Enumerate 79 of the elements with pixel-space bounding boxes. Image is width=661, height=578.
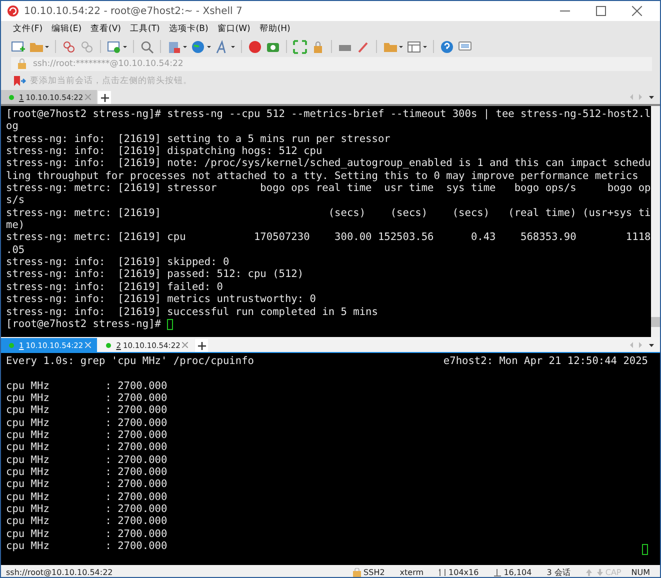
- terminal-line: og: [6, 120, 18, 133]
- terminal-line: stress-ng: metrc: [21619] (secs) (secs) (secs) (real time) (usr+sys ti: [6, 206, 651, 220]
- shell-logo-icon[interactable]: [248, 40, 262, 54]
- status-text: 104x16: [448, 568, 479, 577]
- status-text: 3 会话: [546, 567, 570, 577]
- terminal-line: cpu MHz : 2700.000: [6, 429, 168, 442]
- terminal-line: cpu MHz : 2700.000: [6, 392, 168, 404]
- terminal-line: stress-ng: info: [21619] setting to a 5 mins run per stressor: [6, 132, 390, 146]
- terminal-line: cpu MHz : 2700.000: [6, 454, 168, 466]
- hint-text: 要添加当前会话，点击左侧的箭头按钮。: [30, 74, 192, 86]
- terminal-line: cpu MHz : 2700.000: [6, 416, 168, 430]
- terminal-line: cpu MHz : 2700.000: [6, 490, 168, 504]
- terminal-line: stress-ng: info: [21619] failed: 0: [6, 280, 223, 294]
- lock-icon: [352, 568, 361, 577]
- terminal-line: stress-ng: info: [21619] passed: 512: cpu (512): [6, 268, 304, 281]
- terminal-line: [root@e7host2 stress-ng]# stress-ng --cpu 512 --metrics-brief --timeout 300s | tee stress-ng-512-host2.l: [6, 108, 651, 120]
- status-text: xterm: [400, 568, 424, 577]
- resize-icon: [438, 568, 446, 577]
- menu-item[interactable]: 编辑(E): [52, 23, 82, 35]
- terminal-line: stress-ng: info: [21619] skipped: 0: [6, 256, 230, 268]
- terminal-line: cpu MHz : 2700.000: [6, 540, 168, 552]
- terminal-line: cpu MHz : 2700.000: [6, 441, 168, 454]
- menu-item[interactable]: 帮助(H): [259, 23, 290, 35]
- dropdown-icon[interactable]: [649, 344, 654, 346]
- close-icon[interactable]: [632, 6, 642, 16]
- link-icon[interactable]: [80, 40, 94, 54]
- shell-logo-icon: [7, 5, 19, 17]
- help-icon[interactable]: [440, 40, 454, 54]
- terminal-line: cpu MHz : 2700.000: [6, 528, 168, 540]
- terminal-line: stress-ng: info: [21619] dispatching hogs: 512 cpu: [6, 145, 322, 158]
- new-window-icon[interactable]: [11, 40, 25, 54]
- menu-item[interactable]: 选项卡(B): [168, 23, 208, 35]
- terminal-line: cpu MHz : 2700.000: [6, 380, 168, 392]
- search-icon[interactable]: [140, 40, 154, 54]
- cursor-position-icon: [494, 568, 501, 577]
- fullscreen-icon[interactable]: [293, 40, 307, 54]
- lock-icon: [17, 58, 27, 70]
- status-text: 16,104: [504, 568, 532, 577]
- terminal-line: cpu MHz : 2700.000: [6, 503, 168, 516]
- terminal-line: cpu MHz : 2700.000: [6, 478, 168, 491]
- layout-icon[interactable]: [407, 40, 427, 54]
- menu-item[interactable]: 窗口(W): [217, 23, 250, 35]
- terminal-line: stress-ng: metrc: [21619] cpu 170507230 300.00 152503.56 0.43 568353.90 1118: [6, 231, 651, 244]
- menu-item[interactable]: 工具(T): [130, 23, 160, 35]
- scroll-thumb[interactable]: [651, 317, 660, 327]
- terminal-line: stress-ng: info: [21619] successful run completed in 5 mins: [6, 306, 378, 318]
- terminal-line: cpu MHz : 2700.000: [6, 466, 168, 478]
- terminal-line: stress-ng: info: [21619] note: /proc/sys/kernel/sched_autogroup_enabled is 1 and this can impact schedu: [6, 157, 651, 170]
- bookmark-arrow-icon: [13, 74, 27, 86]
- terminal-line: Every 1.0s: grep 'cpu MHz' /proc/cpuinfo: [6, 355, 254, 368]
- status-text: SSH2: [364, 568, 385, 577]
- lock-icon[interactable]: [311, 40, 325, 54]
- plus-icon: [198, 342, 206, 350]
- add-tab-button[interactable]: [195, 339, 208, 352]
- chat-icon[interactable]: [458, 40, 472, 54]
- menu-item[interactable]: 文件(F): [13, 23, 43, 35]
- terminal-line: e7host2: Mon Apr 21 12:50:44 2025: [443, 355, 648, 368]
- font-icon[interactable]: [215, 40, 235, 54]
- terminal-line: ling throughput for processes not attached to a tty. Setting this to 0 may improve performance metrics: [6, 170, 638, 182]
- terminal-line: cpu MHz : 2700.000: [6, 515, 168, 528]
- plus-icon: [100, 94, 109, 102]
- terminal-line: s/s: [6, 194, 25, 207]
- maximize-icon[interactable]: [596, 6, 606, 16]
- globe-icon[interactable]: [191, 40, 211, 54]
- add-tab-button[interactable]: [98, 91, 112, 104]
- link-icon[interactable]: [62, 40, 76, 54]
- terminal-line: .05: [6, 244, 25, 256]
- scrollbar[interactable]: [651, 106, 660, 337]
- terminal-line: cpu MHz : 2700.000: [6, 404, 168, 417]
- status-text: ssh://root@10.10.10.54:22: [5, 568, 114, 577]
- dropdown-icon[interactable]: [649, 96, 654, 98]
- terminal-line: [root@e7host2 stress-ng]#: [6, 318, 162, 330]
- terminal-line: stress-ng: info: [21619] metrics untrustworthy: 0: [6, 293, 316, 306]
- terminal-line: stress-ng: metrc: [21619] stressor bogo ops real time usr time sys time bogo ops/s bogo op: [6, 182, 651, 194]
- close-icon[interactable]: [182, 342, 188, 348]
- terminal-line: me): [6, 219, 25, 232]
- menu-item[interactable]: 查看(V): [90, 23, 121, 35]
- window-title: 10.10.10.54:22 - root@e7host2:~ - Xshell 7: [24, 6, 244, 16]
- status-indicator: NUM: [631, 568, 650, 577]
